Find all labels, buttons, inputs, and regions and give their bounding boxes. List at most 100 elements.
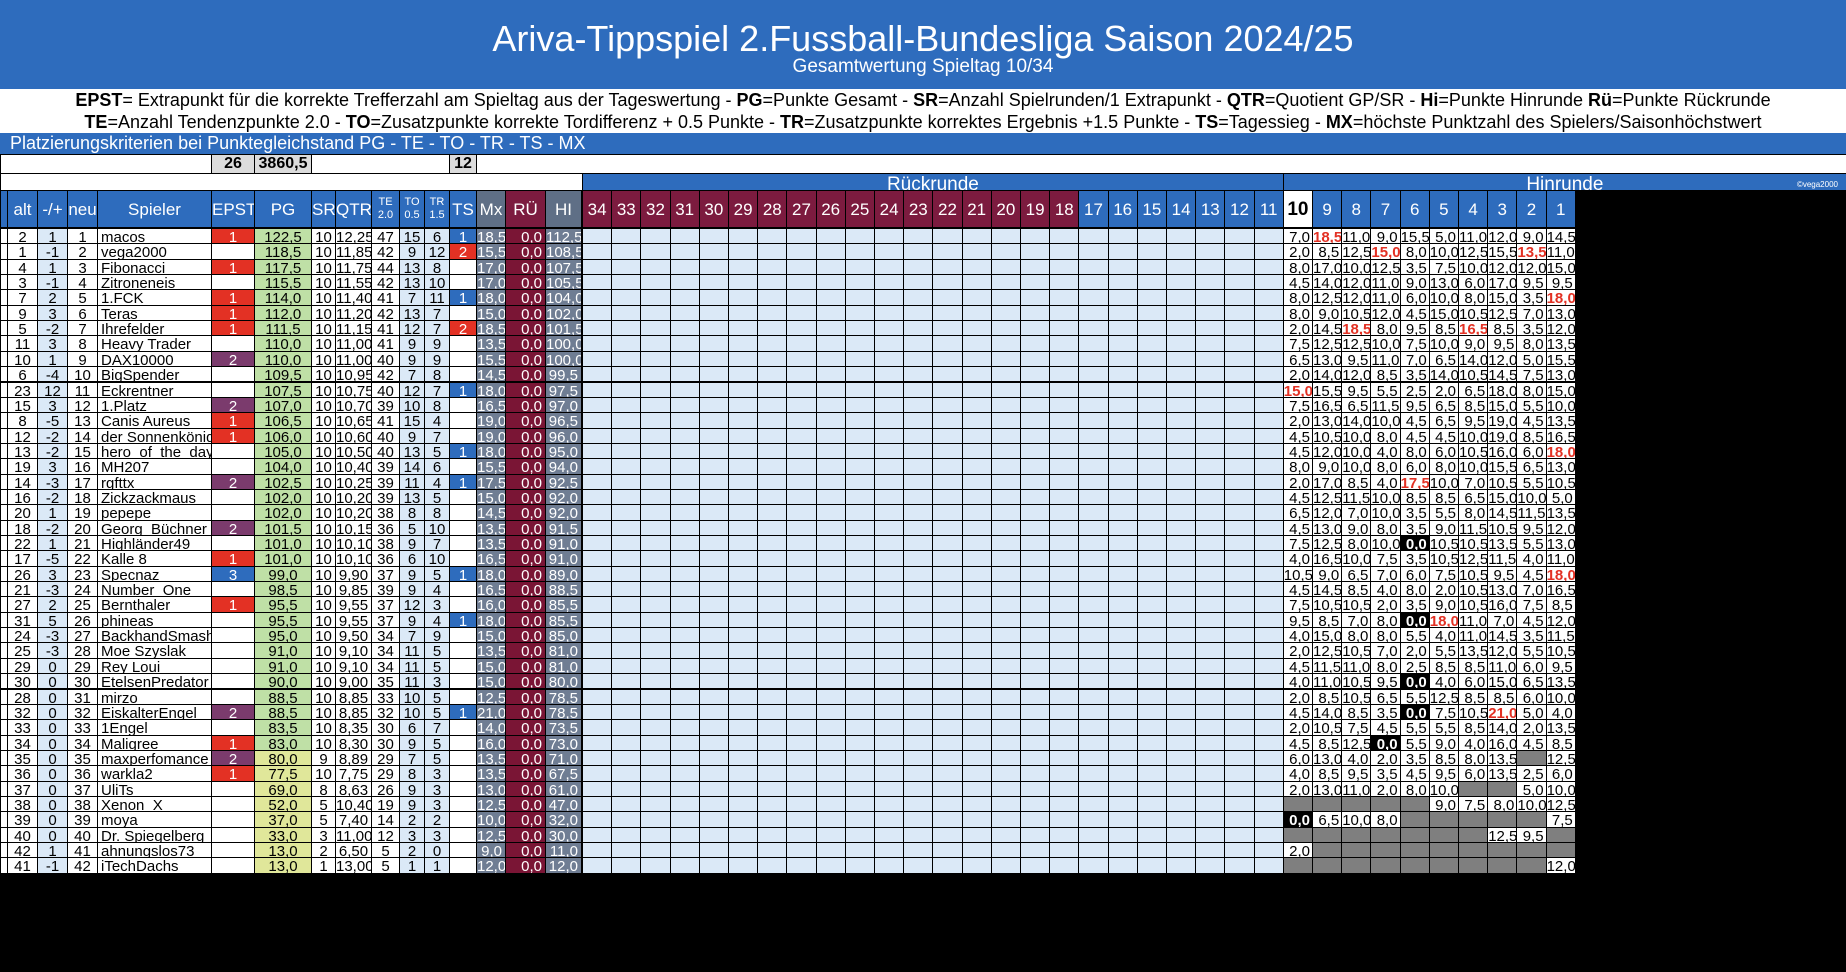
player-name[interactable]: Kalle 8 (98, 551, 211, 566)
col-header-day-2[interactable]: 2 (1517, 191, 1546, 227)
col-header-day-34[interactable]: 34 (583, 191, 612, 227)
col-header-day-8[interactable]: 8 (1342, 191, 1371, 227)
player-name[interactable]: EiskalterEngel (98, 704, 211, 720)
player-name[interactable]: ahnungslos73 (98, 843, 211, 858)
player-name[interactable]: der Sonnenkönig (98, 428, 211, 443)
player-name[interactable]: 1.FCK (98, 290, 211, 305)
player-name[interactable]: Moe Szyslak (98, 643, 211, 658)
day-cell-empty (816, 443, 845, 459)
col-header-day-13[interactable]: 13 (1196, 191, 1225, 227)
col-header-day-12[interactable]: 12 (1225, 191, 1254, 227)
col-header-day-10[interactable]: 10 (1283, 191, 1312, 227)
player-name[interactable]: Maligree (98, 735, 211, 750)
col-header-day-21[interactable]: 21 (962, 191, 991, 227)
day-cell-empty (1167, 658, 1196, 674)
col-header-mx[interactable]: Mx (477, 191, 505, 227)
col-header-diff[interactable]: -/+ (38, 191, 67, 227)
player-name[interactable]: 1.Platz (98, 397, 211, 413)
col-header-ru[interactable]: RÜ (506, 191, 545, 227)
col-header-day-1[interactable]: 1 (1546, 191, 1575, 227)
player-name[interactable]: maxperfomance (98, 750, 211, 766)
player-name[interactable]: moya (98, 812, 211, 827)
col-header-day-5[interactable]: 5 (1429, 191, 1458, 227)
col-header-hi[interactable]: HI (546, 191, 581, 227)
col-header-day-15[interactable]: 15 (1137, 191, 1166, 227)
col-header-day-30[interactable]: 30 (699, 191, 728, 227)
col-header-day-27[interactable]: 27 (787, 191, 816, 227)
col-header-neu[interactable]: neu (68, 191, 97, 227)
player-name[interactable]: Georg_Büchner (98, 520, 211, 535)
player-name[interactable]: phineas (98, 612, 211, 628)
col-header-alt[interactable]: alt (8, 191, 37, 227)
day-cell-empty (1021, 336, 1050, 351)
col-header-day-31[interactable]: 31 (670, 191, 699, 227)
player-name[interactable]: pepepe (98, 505, 211, 520)
player-name[interactable]: Fibonacci (98, 259, 211, 275)
cell-te: 14 (372, 812, 399, 827)
col-header-tr[interactable]: TR 1.5 (425, 191, 449, 227)
day-cell-empty (1254, 397, 1283, 413)
col-header-day-16[interactable]: 16 (1108, 191, 1137, 227)
player-name[interactable]: BigSpender (98, 367, 211, 382)
player-name[interactable]: iTechDachs (98, 858, 211, 873)
player-name[interactable]: Teras (98, 305, 211, 321)
player-name[interactable]: UliTs (98, 781, 211, 796)
player-name[interactable]: MH207 (98, 459, 211, 474)
player-name[interactable]: Xenon_X (98, 796, 211, 812)
col-header-day-11[interactable]: 11 (1254, 191, 1283, 227)
col-header-day-18[interactable]: 18 (1050, 191, 1079, 227)
player-name[interactable]: vega2000 (98, 244, 211, 259)
player-name[interactable]: Ihrefelder (98, 321, 211, 336)
player-name[interactable]: Heavy Trader (98, 336, 211, 351)
col-header-day-23[interactable]: 23 (904, 191, 933, 227)
col-header-day-17[interactable]: 17 (1079, 191, 1108, 227)
day-points: 4,0 (1283, 674, 1312, 689)
player-name[interactable]: Number_One (98, 582, 211, 597)
col-header-day-26[interactable]: 26 (816, 191, 845, 227)
col-header-day-4[interactable]: 4 (1459, 191, 1488, 227)
cell-epst (212, 443, 254, 459)
player-name[interactable]: mirzo (98, 689, 211, 704)
col-header-to[interactable]: TO 0.5 (400, 191, 424, 227)
player-name[interactable]: Eckrentner (98, 382, 211, 397)
col-header-day-24[interactable]: 24 (875, 191, 904, 227)
col-header-day-19[interactable]: 19 (1021, 191, 1050, 227)
player-name[interactable]: Bernthaler (98, 597, 211, 612)
col-header-day-14[interactable]: 14 (1167, 191, 1196, 227)
col-header-ts[interactable]: TS (450, 191, 476, 227)
col-header-epst[interactable]: EPST (212, 191, 254, 227)
col-header-te[interactable]: TE 2.0 (372, 191, 399, 227)
player-name[interactable]: 1Engel (98, 720, 211, 735)
col-header-sr[interactable]: SR (312, 191, 335, 227)
col-header-day-9[interactable]: 9 (1313, 191, 1342, 227)
col-header-day-28[interactable]: 28 (758, 191, 787, 227)
player-name[interactable]: rgfttx (98, 474, 211, 489)
player-name[interactable]: Specnaz (98, 566, 211, 582)
player-name[interactable]: Dr. Spiegelberg (98, 827, 211, 842)
col-header-day-25[interactable]: 25 (845, 191, 874, 227)
col-header-pg[interactable]: PG (255, 191, 311, 227)
col-header-day-7[interactable]: 7 (1371, 191, 1400, 227)
col-header-day-22[interactable]: 22 (933, 191, 962, 227)
col-header-qtr[interactable]: QTR (336, 191, 371, 227)
player-name[interactable]: hero_of_the_day (98, 443, 211, 459)
player-name[interactable]: macos (98, 229, 211, 244)
col-header-spieler[interactable]: Spieler (98, 191, 211, 227)
col-header-day-33[interactable]: 33 (612, 191, 641, 227)
player-name[interactable]: warkla2 (98, 766, 211, 781)
col-header-day-6[interactable]: 6 (1400, 191, 1429, 227)
player-name[interactable]: EtelsenPredator (98, 674, 211, 689)
player-name[interactable]: Zickzackmaus (98, 489, 211, 505)
player-name[interactable]: DAX10000 (98, 351, 211, 367)
col-header-day-29[interactable]: 29 (729, 191, 758, 227)
player-name[interactable]: BackhandSmash (98, 628, 211, 643)
player-name[interactable]: Highländer49 (98, 536, 211, 551)
player-name[interactable]: Canis Aureus (98, 413, 211, 428)
col-header-day-32[interactable]: 32 (641, 191, 670, 227)
day-points: 8,5 (1517, 428, 1546, 443)
player-name[interactable]: Zitroneneis (98, 275, 211, 290)
col-header-day-20[interactable]: 20 (991, 191, 1020, 227)
col-header-day-3[interactable]: 3 (1488, 191, 1517, 227)
player-name[interactable]: Rey Loui (98, 658, 211, 674)
day-cell-empty (1021, 459, 1050, 474)
